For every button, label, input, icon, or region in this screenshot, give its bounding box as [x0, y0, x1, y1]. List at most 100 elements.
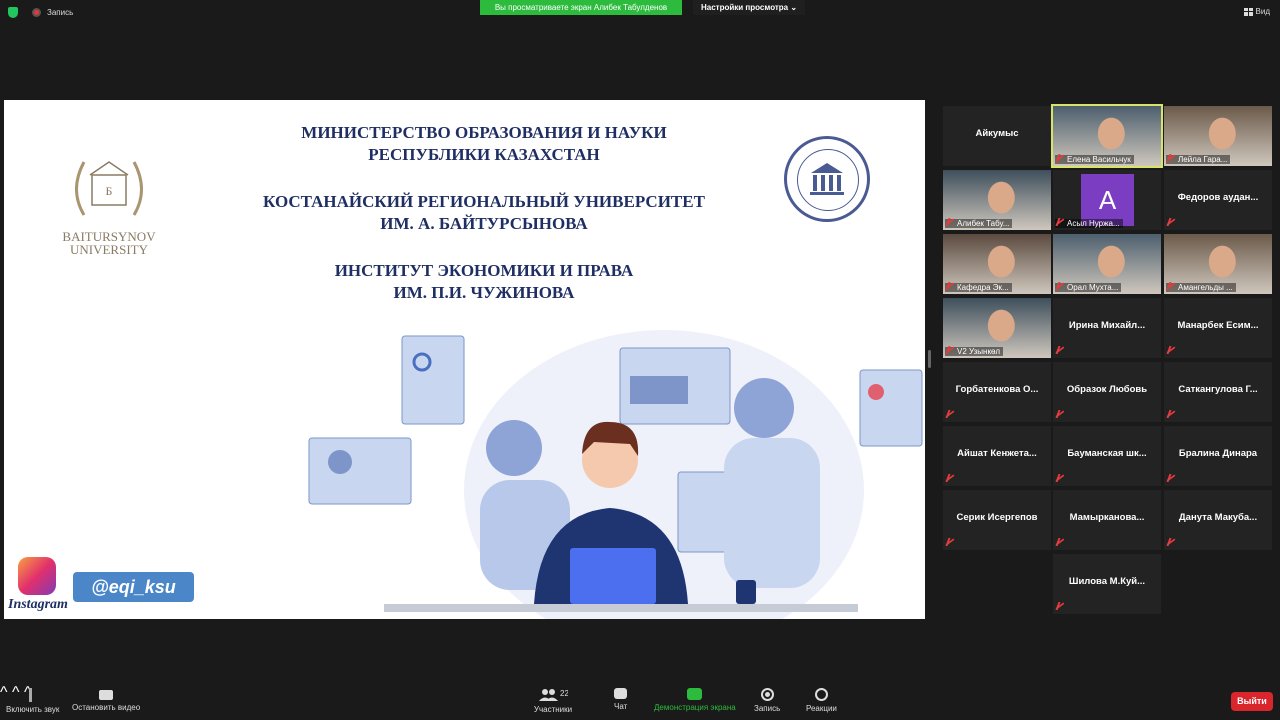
participants-label: Участники	[533, 705, 573, 714]
participant-name: Бралина Динара	[1178, 448, 1258, 459]
slide-title-university: КОСТАНАЙСКИЙ РЕГИОНАЛЬНЫЙ УНИВЕРСИТЕТ ИМ…	[234, 191, 734, 235]
recording-label: Запись	[47, 8, 74, 17]
muted-mic-icon	[1166, 410, 1177, 418]
university-logo: Б BAITURSYNOV UNIVERSITY	[54, 150, 164, 260]
participant-tile[interactable]: Алибек Табу...	[943, 170, 1051, 230]
participant-tile[interactable]: Манарбек Есим...	[1164, 298, 1272, 358]
chat-button[interactable]: Чат	[614, 688, 627, 711]
participants-icon: 22	[533, 688, 573, 702]
muted-mic-icon	[945, 474, 956, 482]
muted-mic-icon	[945, 410, 956, 418]
slide-line-6: ИМ. П.И. ЧУЖИНОВА	[393, 283, 575, 302]
participant-name: Образок Любовь	[1066, 384, 1148, 395]
video-camera-icon	[99, 690, 114, 700]
participant-name: Федоров аудан...	[1177, 192, 1259, 203]
slide-line-5: ИНСТИТУТ ЭКОНОМИКИ И ПРАВА	[334, 261, 634, 280]
participant-name: Саткангулова Г...	[1178, 384, 1258, 395]
share-screen-button[interactable]: Демонстрация экрана	[654, 688, 736, 712]
participant-name: Амангельды ...	[1166, 283, 1236, 292]
reactions-button[interactable]: Реакции	[806, 688, 837, 713]
record-button[interactable]: Запись	[754, 688, 780, 713]
participant-tile[interactable]: Данута Макуба...	[1164, 490, 1272, 550]
participant-tile[interactable]: Айкумыс	[943, 106, 1051, 166]
slide-line-1: МИНИСТЕРСТВО ОБРАЗОВАНИЯ И НАУКИ	[301, 123, 667, 142]
participant-tile[interactable]: Серик Исергепов	[943, 490, 1051, 550]
participant-name: Серик Исергепов	[956, 512, 1038, 523]
viewing-screen-banner: Вы просматриваете экран Алибек Табулдено…	[480, 0, 682, 15]
muted-mic-icon	[945, 538, 956, 546]
muted-mic-icon	[1055, 410, 1066, 418]
logo-word-2: UNIVERSITY	[70, 242, 148, 257]
view-button[interactable]: Вид	[1243, 7, 1270, 16]
smiley-icon	[814, 688, 828, 701]
participant-tile[interactable]: V2 Узынкөл	[943, 298, 1051, 358]
participant-name: Данута Макуба...	[1178, 512, 1258, 523]
instagram-label: Instagram	[8, 597, 68, 612]
participant-name: Айкумыс	[975, 128, 1019, 139]
share-screen-icon	[687, 688, 703, 700]
slide-line-3: КОСТАНАЙСКИЙ РЕГИОНАЛЬНЫЙ УНИВЕРСИТЕТ	[263, 192, 705, 211]
laurel-wreath-icon: Б	[75, 161, 143, 216]
reactions-label: Реакции	[806, 704, 837, 713]
view-options-label: Настройки просмотра	[701, 3, 789, 12]
unmute-button[interactable]: Включить звук	[6, 688, 59, 714]
participant-tile[interactable]: Амангельды ...	[1164, 234, 1272, 294]
recording-status: Запись	[8, 7, 73, 18]
muted-mic-icon	[1166, 346, 1177, 354]
participant-name: Асыл Нуржа...	[1055, 219, 1123, 228]
participant-tile[interactable]: Орал Мухта...	[1053, 234, 1161, 294]
gallery-resize-handle[interactable]	[928, 350, 931, 368]
muted-mic-icon	[1166, 538, 1177, 546]
participant-name: Мамырканова...	[1069, 512, 1145, 523]
chat-label: Чат	[614, 702, 628, 711]
chevron-down-icon: ⌄	[790, 3, 798, 12]
instagram-handle: @eqi_ksu	[73, 572, 194, 602]
grid-view-icon	[1243, 7, 1253, 16]
participant-tile[interactable]: Айшат Кенжета...	[943, 426, 1051, 486]
participant-tile[interactable]: Елена Васильчук	[1051, 104, 1163, 168]
slide-title-ministry: МИНИСТЕРСТВО ОБРАЗОВАНИЯ И НАУКИ РЕСПУБЛ…	[234, 122, 734, 166]
muted-mic-icon	[1166, 474, 1177, 482]
chat-bubble-icon	[614, 688, 628, 699]
building-icon	[810, 163, 844, 195]
stop-video-label: Остановить видео	[72, 703, 141, 712]
participant-tile[interactable]: Лейла Гара...	[1164, 106, 1272, 166]
muted-mic-icon	[1055, 538, 1066, 546]
participant-tile[interactable]: Федоров аудан...	[1164, 170, 1272, 230]
participant-tile[interactable]: Горбатенкова О...	[943, 362, 1051, 422]
slide-title-institute: ИНСТИТУТ ЭКОНОМИКИ И ПРАВА ИМ. П.И. ЧУЖИ…	[234, 260, 734, 304]
participant-tile[interactable]: Бралина Динара	[1164, 426, 1272, 486]
svg-text:Б: Б	[106, 184, 113, 198]
participant-tile[interactable]: Мамырканова...	[1053, 490, 1161, 550]
muted-mic-icon	[1055, 474, 1066, 482]
svg-text:22: 22	[560, 689, 568, 698]
view-button-label: Вид	[1255, 7, 1270, 16]
leave-meeting-button[interactable]: Выйти	[1231, 692, 1273, 711]
participant-tile[interactable]: Образок Любовь	[1053, 362, 1161, 422]
participant-tile[interactable]: A Асыл Нуржа...	[1053, 170, 1161, 230]
recording-icon	[32, 8, 41, 17]
shared-screen[interactable]: МИНИСТЕРСТВО ОБРАЗОВАНИЯ И НАУКИ РЕСПУБЛ…	[4, 100, 925, 619]
institute-seal-icon	[784, 136, 870, 222]
participant-tile[interactable]: Бауманская шк...	[1053, 426, 1161, 486]
participant-tile[interactable]: Ирина Михайл...	[1053, 298, 1161, 358]
participant-tile[interactable]: Кафедра Эк...	[943, 234, 1051, 294]
participant-name: Шилова М.Куй...	[1068, 576, 1146, 587]
stop-video-button[interactable]: Остановить видео	[72, 688, 140, 712]
meeting-toolbar: Включить звук ^ Остановить видео ^ 22 Уч…	[0, 684, 1280, 720]
participant-tile[interactable]: Шилова М.Куй...	[1053, 554, 1161, 614]
view-options-dropdown[interactable]: Настройки просмотра ⌄	[693, 0, 806, 15]
participants-button[interactable]: 22 Участники	[533, 688, 573, 714]
muted-mic-icon	[1055, 602, 1066, 610]
muted-mic-icon	[1055, 346, 1066, 354]
participant-name: Манарбек Есим...	[1177, 320, 1259, 331]
record-icon	[760, 688, 774, 701]
illustration-people-at-laptop	[308, 330, 923, 619]
participant-tile[interactable]: Саткангулова Г...	[1164, 362, 1272, 422]
participant-name: Кафедра Эк...	[945, 283, 1012, 292]
muted-mic-icon	[28, 688, 37, 702]
participant-name: Лейла Гара...	[1166, 155, 1231, 164]
security-shield-icon[interactable]	[8, 7, 18, 18]
instagram-icon	[18, 557, 56, 595]
participant-name: Ирина Михайл...	[1068, 320, 1146, 331]
